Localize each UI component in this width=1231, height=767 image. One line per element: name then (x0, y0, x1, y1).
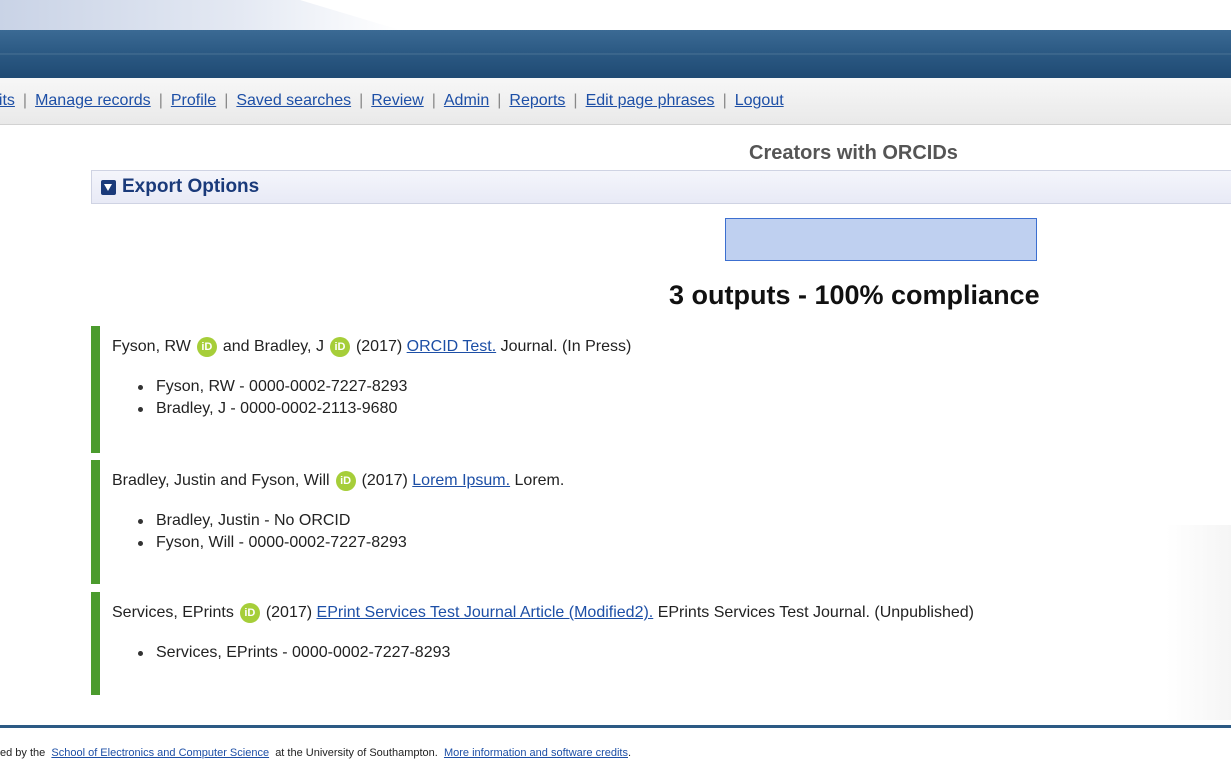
creator-item: Fyson, RW - 0000-0002-7227-8293 (136, 376, 407, 398)
record-title-link[interactable]: ORCID Test. (407, 338, 497, 356)
menu-item-manage-records[interactable]: Manage records (35, 92, 151, 110)
menu-item-deposits[interactable]: osits (0, 92, 15, 110)
menu-item-review[interactable]: Review (371, 92, 423, 110)
creator-item: Bradley, J - 0000-0002-2113-9680 (136, 398, 407, 420)
footer-suffix: . (628, 747, 632, 759)
footer-link-credits[interactable]: More information and software credits (444, 747, 628, 759)
record-item: Bradley, Justin and Fyson, Will iD (2017… (91, 460, 1231, 584)
orcid-icon[interactable]: iD (329, 337, 350, 357)
creator-item: Bradley, Justin - No ORCID (136, 510, 407, 532)
record-title-link[interactable]: EPrint Services Test Journal Article (Mo… (317, 604, 654, 622)
record-year: (2017) (355, 338, 403, 355)
menu-item-reports[interactable]: Reports (509, 92, 565, 110)
orcid-icon[interactable]: iD (239, 603, 260, 623)
orcid-icon[interactable]: iD (335, 471, 356, 491)
side-shadow (1166, 525, 1231, 720)
triangle-down-icon (101, 179, 116, 195)
menu-list: osits | Manage records | Profile | Saved… (0, 92, 784, 110)
menu-bar: osits | Manage records | Profile | Saved… (0, 78, 1231, 125)
record-authors: Services, EPrints (112, 604, 234, 621)
orcid-icon[interactable]: iD (196, 337, 217, 357)
menu-item-edit-page-phrases[interactable]: Edit page phrases (586, 92, 715, 110)
menu-separator: | (497, 92, 502, 109)
footer-middle: at the University of Southampton. (275, 747, 438, 759)
export-options-toggle[interactable]: Export Options (91, 170, 1231, 204)
record-joiner: and (222, 338, 250, 355)
record-citation: Fyson, RW iD and Bradley, J iD (2017) OR… (112, 337, 631, 357)
menu-item-admin[interactable]: Admin (444, 92, 489, 110)
footer-rule (0, 725, 1231, 728)
menu-item-saved-searches[interactable]: Saved searches (236, 92, 351, 110)
footer: ed by the School of Electronics and Comp… (0, 747, 631, 759)
creator-list: Bradley, Justin - No ORCID Fyson, Will -… (136, 510, 407, 554)
footer-prefix: ed by the (0, 747, 46, 759)
menu-separator: | (224, 92, 229, 109)
menu-separator: | (359, 92, 364, 109)
record-year: (2017) (265, 604, 313, 621)
record-authors: Bradley, J (253, 338, 324, 355)
compliance-progress-bar (725, 218, 1037, 261)
record-publication: Journal. (In Press) (500, 338, 632, 355)
header-banner (0, 30, 1231, 78)
export-options-label: Export Options (122, 176, 260, 197)
menu-separator: | (158, 92, 163, 109)
record-title-link[interactable]: Lorem Ipsum. (412, 472, 510, 490)
menu-separator: | (573, 92, 578, 109)
compliance-summary: 3 outputs - 100% compliance (669, 280, 1040, 310)
record-citation: Bradley, Justin and Fyson, Will iD (2017… (112, 471, 564, 491)
menu-item-profile[interactable]: Profile (171, 92, 216, 110)
menu-separator: | (22, 92, 28, 109)
page-title: Creators with ORCIDs (749, 142, 958, 164)
record-year: (2017) (361, 472, 408, 489)
record-publication: Lorem. (514, 472, 565, 489)
record-item: Fyson, RW iD and Bradley, J iD (2017) OR… (91, 326, 1231, 453)
creator-item: Services, EPrints - 0000-0002-7227-8293 (136, 642, 450, 664)
menu-separator: | (722, 92, 727, 109)
record-publication: EPrints Services Test Journal. (Unpublis… (657, 604, 974, 621)
creator-item: Fyson, Will - 0000-0002-7227-8293 (136, 532, 407, 554)
footer-link-school[interactable]: School of Electronics and Computer Scien… (51, 747, 269, 759)
menu-separator: | (431, 92, 436, 109)
creator-list: Fyson, RW - 0000-0002-7227-8293 Bradley,… (136, 376, 407, 420)
record-item: Services, EPrints iD (2017) EPrint Servi… (91, 592, 1231, 695)
menu-item-logout[interactable]: Logout (735, 92, 784, 110)
creator-list: Services, EPrints - 0000-0002-7227-8293 (136, 642, 450, 664)
record-authors: Fyson, RW (112, 338, 191, 355)
record-citation: Services, EPrints iD (2017) EPrint Servi… (112, 603, 974, 623)
record-authors: Bradley, Justin and Fyson, Will (112, 472, 330, 489)
